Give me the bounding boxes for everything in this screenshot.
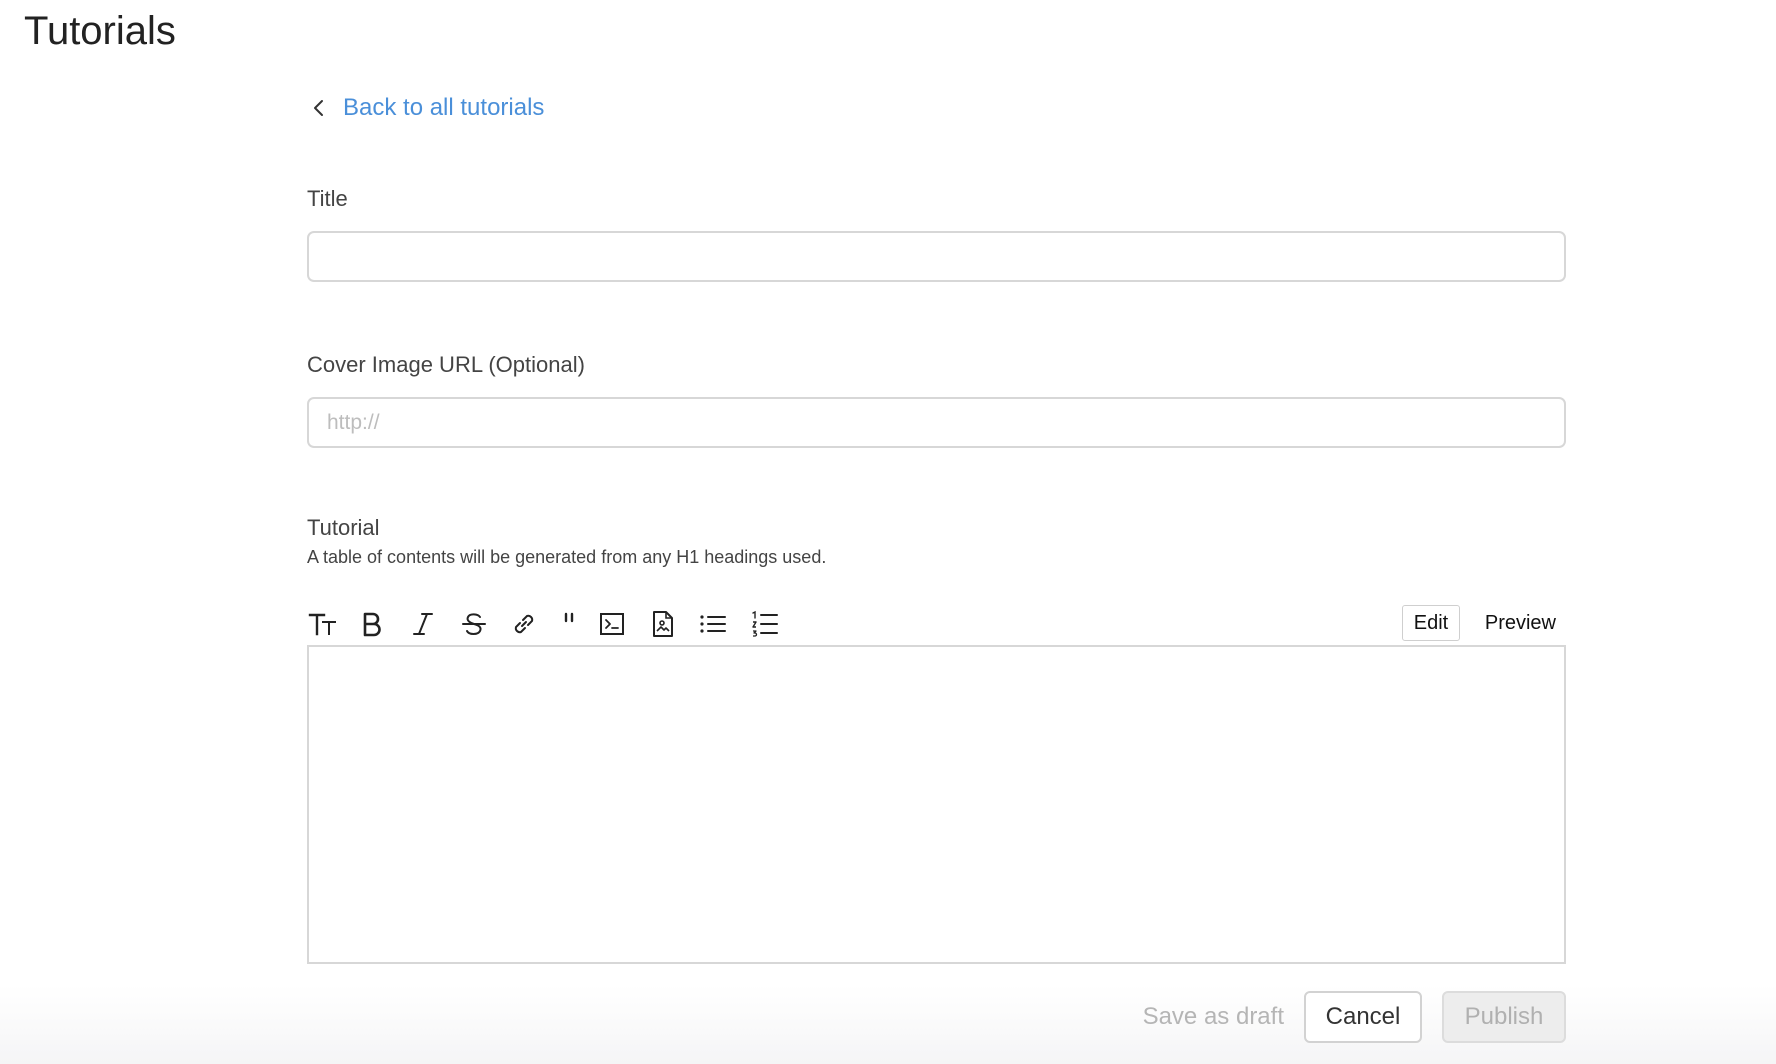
form-actions: Save as draft Cancel Publish: [307, 991, 1566, 1043]
cover-image-url-input[interactable]: [307, 397, 1566, 448]
italic-icon[interactable]: [407, 608, 439, 640]
title-input[interactable]: [307, 231, 1566, 282]
link-icon[interactable]: [508, 608, 540, 640]
code-icon[interactable]: [596, 608, 628, 640]
publish-button[interactable]: Publish: [1442, 991, 1566, 1043]
strikethrough-icon[interactable]: [458, 608, 490, 640]
save-as-draft-button[interactable]: Save as draft: [1143, 991, 1284, 1043]
preview-mode-tab[interactable]: Preview: [1485, 605, 1556, 641]
cover-image-label: Cover Image URL (Optional): [307, 352, 585, 377]
title-label: Title: [307, 186, 348, 211]
tutorial-label: Tutorial: [307, 515, 380, 540]
numbered-list-icon[interactable]: [749, 608, 781, 640]
chevron-left-icon: [307, 97, 329, 119]
bulleted-list-icon[interactable]: [697, 608, 729, 640]
bold-icon[interactable]: [356, 608, 388, 640]
cancel-button[interactable]: Cancel: [1304, 991, 1422, 1043]
tutorial-helper-text: A table of contents will be generated fr…: [307, 547, 827, 567]
page-title: Tutorials: [24, 9, 176, 53]
back-to-tutorials-link[interactable]: Back to all tutorials: [307, 94, 544, 122]
edit-mode-tab[interactable]: Edit: [1402, 605, 1460, 641]
back-link-label: Back to all tutorials: [343, 94, 545, 121]
image-icon[interactable]: [647, 608, 679, 640]
editor-toolbar: Edit Preview: [307, 604, 1566, 644]
heading-icon[interactable]: [307, 608, 339, 640]
tutorial-editor-page: Tutorials Back to all tutorials Title Co…: [0, 0, 1776, 1064]
tutorial-content-editor[interactable]: [307, 645, 1566, 964]
quote-icon[interactable]: [553, 608, 585, 640]
